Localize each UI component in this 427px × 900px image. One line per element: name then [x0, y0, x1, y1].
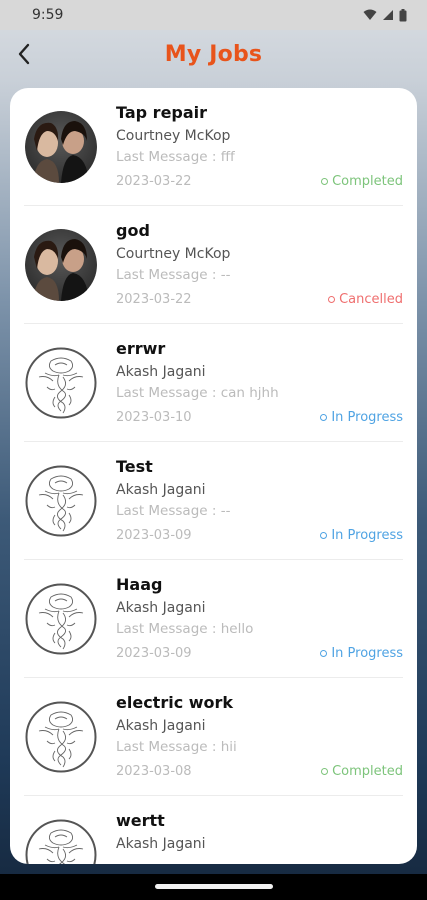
job-customer-name: Akash Jagani	[116, 600, 206, 616]
default-avatar-icon	[25, 819, 97, 864]
status-dot-icon	[320, 414, 328, 421]
avatar	[25, 229, 97, 301]
job-status-label: In Progress	[331, 646, 403, 661]
job-last-message: Last Message : fff	[116, 149, 235, 165]
status-icons	[363, 8, 407, 22]
job-status-label: In Progress	[331, 528, 403, 543]
default-avatar-icon	[25, 347, 97, 419]
job-status-label: Completed	[332, 174, 403, 189]
job-list-item[interactable]: Test Akash Jagani Last Message : -- 2023-03…	[10, 442, 417, 560]
status-dot-icon	[321, 178, 329, 185]
job-date: 2023-03-09	[116, 528, 192, 543]
system-nav-bar	[0, 874, 427, 900]
default-avatar-icon	[25, 465, 97, 537]
job-last-message: Last Message : can hjhh	[116, 385, 279, 401]
job-title: Tap repair	[116, 103, 208, 122]
job-list-item[interactable]: Haag Akash Jagani Last Message : hello 2023…	[10, 560, 417, 678]
signal-icon	[383, 10, 393, 20]
job-status-badge: In Progress	[320, 410, 403, 425]
jobs-list[interactable]: Tap repair Courtney McKop Last Message : f…	[10, 88, 417, 864]
job-date: 2023-03-08	[116, 764, 192, 779]
battery-icon	[399, 8, 407, 21]
job-customer-name: Akash Jagani	[116, 836, 206, 852]
job-status-label: Completed	[332, 764, 403, 779]
job-status-badge: Completed	[321, 174, 403, 189]
job-last-message: Last Message : --	[116, 267, 231, 283]
job-last-message: Last Message : hello	[116, 621, 254, 637]
job-status-badge: In Progress	[320, 646, 403, 661]
status-time: 9:59	[32, 7, 64, 23]
job-title: god	[116, 221, 150, 240]
job-list-item[interactable]: electric work Akash Jagani Last Message : …	[10, 678, 417, 796]
status-bar: 9:59	[0, 0, 427, 30]
page-title: My Jobs	[164, 41, 263, 67]
default-avatar-icon	[25, 701, 97, 773]
avatar	[25, 819, 97, 864]
avatar	[25, 347, 97, 419]
status-dot-icon	[320, 532, 328, 539]
job-title: errwr	[116, 339, 166, 358]
job-title: wertt	[116, 811, 165, 830]
job-status-badge: Cancelled	[328, 292, 403, 307]
job-date: 2023-03-22	[116, 174, 192, 189]
home-indicator[interactable]	[155, 884, 273, 889]
back-button[interactable]	[6, 36, 42, 72]
job-list-item[interactable]: Tap repair Courtney McKop Last Message : f…	[10, 88, 417, 206]
job-customer-name: Akash Jagani	[116, 482, 206, 498]
status-dot-icon	[328, 296, 336, 303]
job-date: 2023-03-10	[116, 410, 192, 425]
avatar	[25, 583, 97, 655]
avatar	[25, 701, 97, 773]
job-status-label: In Progress	[331, 410, 403, 425]
job-customer-name: Courtney McKop	[116, 128, 231, 144]
job-list-item[interactable]: wertt Akash Jagani	[10, 796, 417, 864]
job-status-label: Cancelled	[339, 292, 403, 307]
app-bar: My Jobs	[0, 30, 427, 78]
job-status-badge: In Progress	[320, 528, 403, 543]
job-title: Haag	[116, 575, 163, 594]
job-customer-name: Akash Jagani	[116, 364, 206, 380]
job-title: electric work	[116, 693, 234, 712]
job-title: Test	[116, 457, 153, 476]
back-arrow-icon	[18, 43, 30, 65]
job-last-message: Last Message : --	[116, 503, 231, 519]
job-date: 2023-03-09	[116, 646, 192, 661]
job-list-item[interactable]: god Courtney McKop Last Message : -- 2023-0…	[10, 206, 417, 324]
job-customer-name: Courtney McKop	[116, 246, 231, 262]
avatar	[25, 465, 97, 537]
job-date: 2023-03-22	[116, 292, 192, 307]
user-photo-icon	[25, 229, 97, 301]
job-customer-name: Akash Jagani	[116, 718, 206, 734]
status-dot-icon	[321, 768, 329, 775]
avatar	[25, 111, 97, 183]
job-last-message: Last Message : hii	[116, 739, 237, 755]
job-status-badge: Completed	[321, 764, 403, 779]
wifi-icon	[363, 9, 377, 20]
user-photo-icon	[25, 111, 97, 183]
default-avatar-icon	[25, 583, 97, 655]
status-dot-icon	[320, 650, 328, 657]
job-list-item[interactable]: errwr Akash Jagani Last Message : can hjhh…	[10, 324, 417, 442]
